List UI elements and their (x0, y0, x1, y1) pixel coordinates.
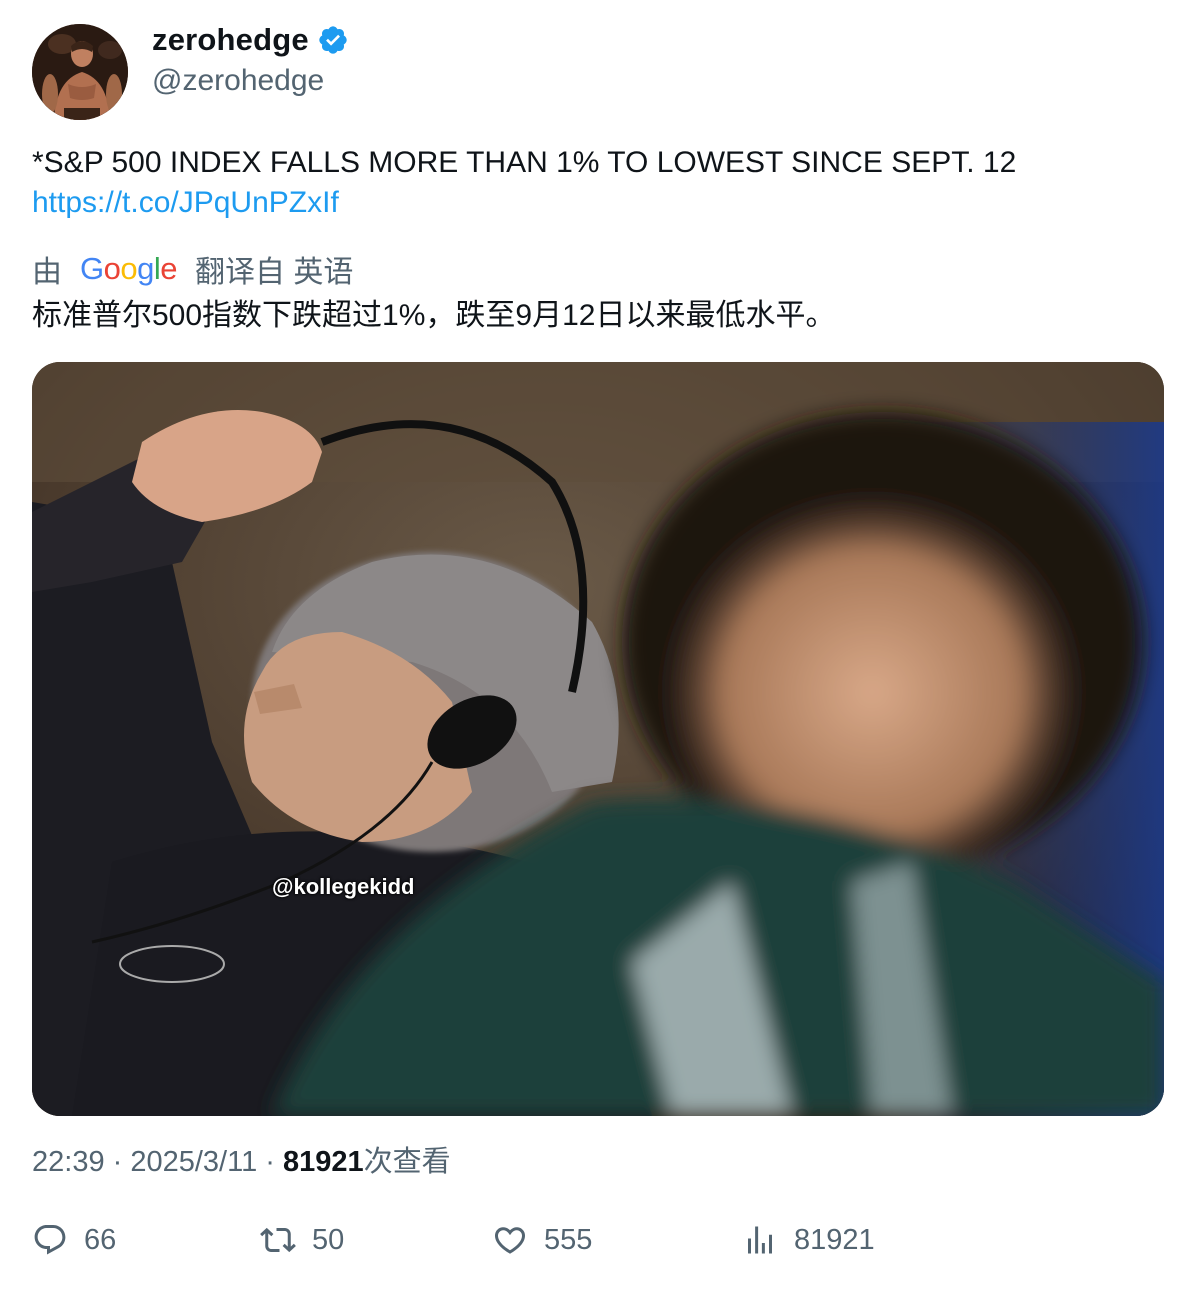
views-label: 次查看 (363, 1146, 451, 1178)
avatar-image (32, 24, 128, 120)
tweet-media-image[interactable]: @kollegekidd (32, 362, 1164, 1116)
reply-icon (32, 1222, 68, 1258)
translated-text: 标准普尔500指数下跌超过1%，跌至9月12日以来最低水平。 (32, 299, 836, 332)
media-photo (32, 362, 1164, 1116)
like-button[interactable]: 555 (492, 1222, 592, 1258)
tweet-meta: 22:39 · 2025/3/11 · 81921次查看 (32, 1138, 451, 1180)
translation-prefix: 由 (32, 256, 62, 289)
media-watermark: @kollegekidd (272, 874, 415, 899)
tweet-card: zerohedge @zerohedge *S&P 500 INDEX FALL… (0, 0, 1196, 1294)
views-action-count: 81921 (794, 1223, 875, 1256)
tweet-time[interactable]: 22:39 (32, 1146, 105, 1178)
meta-separator: · (265, 1146, 284, 1178)
google-logo: Google (80, 251, 178, 286)
tweet-date[interactable]: 2025/3/11 (130, 1146, 257, 1178)
tweet-text: *S&P 500 INDEX FALLS MORE THAN 1% TO LOW… (32, 146, 1017, 179)
avatar[interactable] (32, 24, 128, 120)
analytics-icon (742, 1222, 778, 1258)
meta-separator: · (112, 1146, 131, 1178)
views-button[interactable]: 81921 (742, 1222, 875, 1258)
tweet-actions: 66 50 555 81921 (32, 1222, 1164, 1268)
retweet-button[interactable]: 50 (260, 1222, 344, 1258)
display-name[interactable]: zerohedge (152, 22, 309, 58)
reply-count: 66 (84, 1223, 117, 1256)
author-handle[interactable]: @zerohedge (152, 64, 324, 98)
author-name-row[interactable]: zerohedge (152, 22, 349, 58)
translation-attribution[interactable]: 由 Google 翻译自 英语 (32, 247, 353, 291)
translation-suffix: 翻译自 英语 (195, 256, 354, 289)
reply-button[interactable]: 66 (32, 1222, 116, 1258)
like-count: 555 (544, 1223, 593, 1256)
heart-icon (492, 1222, 528, 1258)
tweet-link[interactable]: https://t.co/JPqUnPZxIf (32, 183, 339, 223)
views-count: 81921 (283, 1146, 364, 1178)
retweet-icon (260, 1222, 296, 1258)
verified-badge-icon (317, 24, 349, 56)
retweet-count: 50 (312, 1223, 345, 1256)
